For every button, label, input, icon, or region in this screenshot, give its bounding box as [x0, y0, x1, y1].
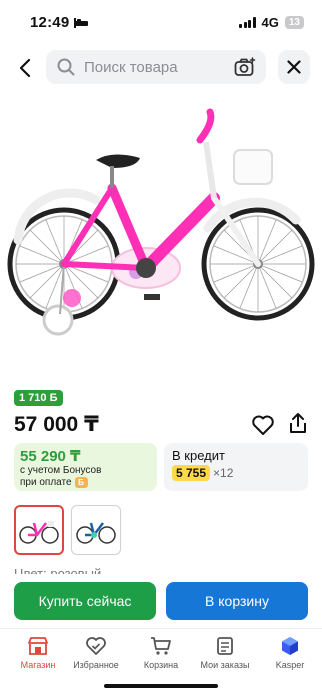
heart-icon[interactable] — [251, 414, 275, 436]
bonus-price: 55 290 ₸ — [20, 448, 81, 465]
variant-pink-bike[interactable] — [14, 505, 64, 555]
tab-label: Корзина — [143, 660, 179, 670]
search-row: Поиск товара — [0, 48, 322, 88]
search-placeholder: Поиск товара — [84, 58, 178, 76]
kasper-cube-icon — [279, 635, 301, 657]
buy-now-button[interactable]: Купить сейчас — [14, 582, 156, 620]
tab-label: Магазин — [20, 660, 56, 670]
tab-label: Избранное — [73, 660, 119, 670]
camera-search-icon[interactable] — [234, 56, 256, 78]
credit-multiplier: ×12 — [213, 466, 234, 480]
action-bar: Купить сейчас В корзину — [0, 574, 322, 628]
bed-icon — [74, 17, 89, 28]
blue-bike-thumbnail-icon — [76, 522, 116, 544]
bonus-points-badge: 1 710 Б — [14, 390, 63, 406]
battery-icon: 13 — [284, 16, 304, 29]
status-indicators: 4G 13 — [239, 15, 304, 30]
close-icon — [287, 60, 301, 74]
tab-cart[interactable]: Корзина — [129, 635, 193, 675]
credit-title: В кредит — [172, 448, 225, 463]
status-bar: 12:49 4G 13 — [0, 0, 322, 46]
tab-label: Мои заказы — [200, 660, 250, 670]
credit-card[interactable]: В кредит 5 755 ×12 — [164, 443, 308, 491]
bonus-coin-icon: Б — [74, 477, 88, 488]
signal-icon — [239, 17, 256, 28]
add-to-cart-button[interactable]: В корзину — [166, 582, 308, 620]
chevron-left-icon — [19, 58, 31, 78]
product-price: 57 000 ₸ — [14, 413, 99, 436]
search-icon — [56, 57, 76, 77]
back-button[interactable] — [12, 54, 38, 82]
pink-bike-thumbnail-icon — [19, 521, 59, 544]
credit-row: 5 755 ×12 — [172, 465, 233, 481]
home-indicator — [104, 684, 218, 688]
shop-icon — [27, 635, 49, 657]
tab-kasper[interactable]: Kasper — [258, 635, 322, 675]
status-time: 12:49 — [30, 14, 70, 31]
variant-blue-bike[interactable] — [71, 505, 121, 555]
bonus-note-line1: с учетом Бонусов — [20, 465, 102, 476]
status-time-group: 12:49 — [30, 14, 89, 31]
search-input[interactable]: Поиск товара — [46, 50, 266, 84]
cart-icon — [150, 635, 172, 657]
network-type: 4G — [261, 15, 279, 30]
share-icon[interactable] — [286, 411, 310, 435]
credit-monthly-amount: 5 755 — [172, 465, 211, 481]
orders-icon — [214, 635, 236, 657]
heart-icon — [85, 635, 107, 657]
close-button[interactable] — [278, 50, 310, 84]
tab-shop[interactable]: Магазин — [6, 635, 70, 675]
bike-basket — [233, 149, 273, 185]
tab-favorites[interactable]: Избранное — [64, 635, 128, 675]
bonus-note-text: при оплате — [20, 477, 72, 488]
product-image[interactable]: STELS — [0, 100, 322, 350]
bonus-note-line2: при оплате Б — [20, 477, 88, 488]
tab-orders[interactable]: Мои заказы — [193, 635, 257, 675]
bike-seat — [96, 154, 140, 168]
bonus-price-card[interactable]: 55 290 ₸ с учетом Бонусов при оплате Б — [14, 443, 157, 491]
tab-label: Kasper — [275, 660, 305, 670]
